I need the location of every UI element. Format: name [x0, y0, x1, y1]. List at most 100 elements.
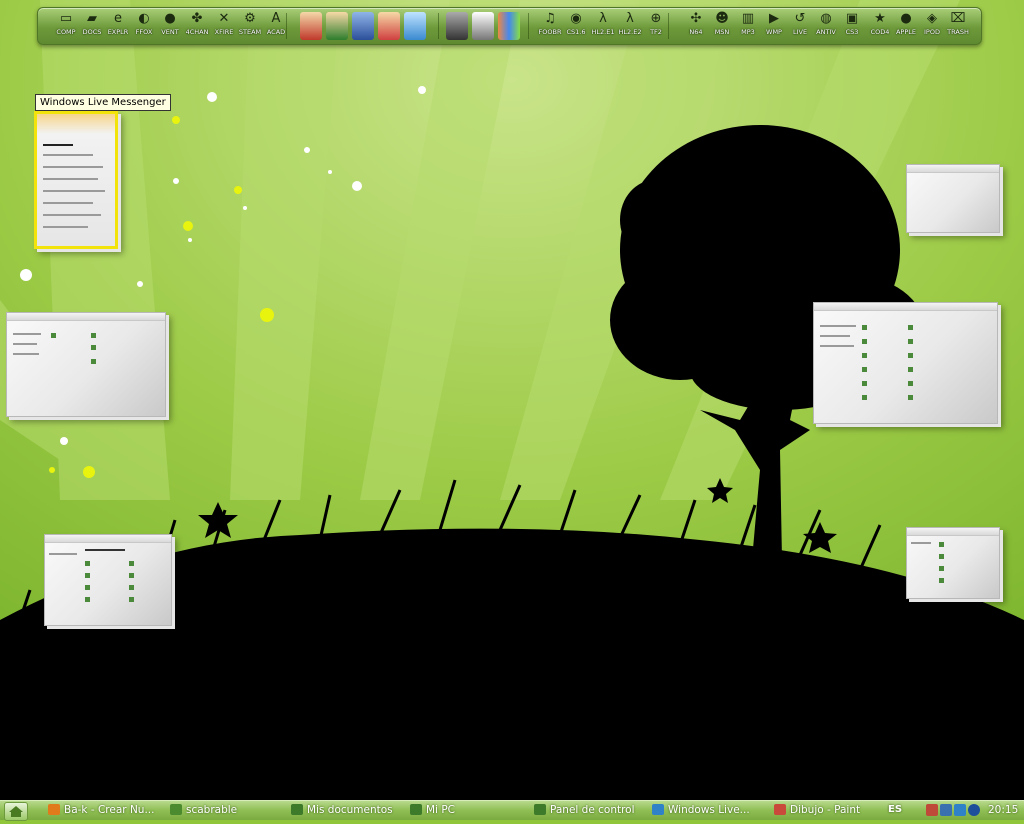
task-button-3[interactable]: Mis documentos [291, 802, 393, 818]
dock-item-live[interactable]: ↺ LIVE [786, 11, 814, 43]
dock-item-label: ANTIV [816, 28, 836, 36]
steam-icon: ⚙ [244, 11, 256, 26]
language-indicator[interactable]: ES [888, 802, 902, 818]
dock-item-acad[interactable]: A ACAD [262, 11, 290, 43]
taskbar: Ba-k - Crear Nu... scabrable Mis documento… [0, 800, 1024, 821]
monitor-icon: ▭ [59, 11, 73, 26]
dock-item-tf2[interactable]: ⊕ TF2 [642, 11, 670, 43]
dock-item-label: HL2.E1 [591, 28, 615, 36]
window-thumbnail-my-documents[interactable] [813, 302, 998, 424]
ryu-character-icon[interactable] [300, 12, 322, 40]
dock-item-steam[interactable]: ⚙ STEAM [236, 11, 264, 43]
shield-app-icon[interactable] [472, 12, 494, 40]
task-button-5[interactable]: Panel de control [534, 802, 635, 818]
start-button[interactable] [4, 802, 28, 821]
dock-item-foobr[interactable]: ♫ FOOBR [536, 11, 564, 43]
dock-item-label: FOOBR [538, 28, 562, 36]
media-app-icon[interactable] [446, 12, 468, 40]
tray-messenger-icon[interactable] [954, 804, 966, 816]
dock-item-label: VENT [161, 28, 179, 36]
dock-item-docs[interactable]: ▰ DOCS [78, 11, 106, 43]
firefox-icon [48, 804, 60, 815]
task-button-label: Ba-k - Crear Nu... [64, 804, 155, 816]
dock-item-wmp[interactable]: ▶ WMP [760, 11, 788, 43]
dock-item-cs1-6[interactable]: ◉ CS1.6 [562, 11, 590, 43]
dock-item-label: COMP [56, 28, 76, 36]
window-thumbnail-messenger[interactable] [34, 111, 118, 249]
dock-item-label: LIVE [792, 28, 808, 36]
window-thumbnail-right-top[interactable] [906, 164, 1000, 233]
dock-item-label: TF2 [650, 28, 662, 36]
clover-icon: ✤ [191, 11, 203, 26]
control-panel-icon [534, 804, 546, 815]
dock-item-msn[interactable]: ☻ MSN [708, 11, 736, 43]
task-button-label: Mis documentos [307, 804, 393, 816]
dock-item-ffox[interactable]: ◐ FFOX [130, 11, 158, 43]
window-thumbnail-control-panel[interactable] [44, 534, 172, 626]
half-life-icon: λ [599, 11, 607, 26]
task-button-1[interactable]: Ba-k - Crear Nu... [48, 802, 154, 818]
desktop: ▭ COMP ▰ DOCS e EXPLR ◐ FFOX ● VENT ✤ 4CHAN ✕ XFIRE ⚙ S… [0, 0, 1024, 800]
live-icon: ↺ [794, 11, 806, 26]
dock-item-label: XFIRE [214, 28, 234, 36]
media-player-icon: ▶ [769, 11, 779, 26]
folder-icon: ▰ [87, 11, 97, 26]
guile-character-icon[interactable] [326, 12, 348, 40]
task-button-label: Windows Live... [668, 804, 750, 816]
chat-window-icon [170, 804, 182, 815]
task-button-label: scabrable [186, 804, 238, 816]
dock-item-antiv[interactable]: ◍ ANTIV [812, 11, 840, 43]
dock-item-label: CS1.6 [566, 28, 586, 36]
dock-item-hl2-e2[interactable]: λ HL2.E2 [616, 11, 644, 43]
dock-item-label: MP3 [741, 28, 755, 36]
antivirus-icon: ◍ [820, 11, 832, 26]
dock-item-cs3[interactable]: ▣ CS3 [838, 11, 866, 43]
dock-item-label: STEAM [238, 28, 262, 36]
dock-separator [438, 13, 439, 39]
dock-item-cod4[interactable]: ★ COD4 [866, 11, 894, 43]
ie-icon: e [114, 11, 122, 26]
photoshop-icon: ▣ [845, 11, 859, 26]
window-thumbnail-right-bottom[interactable] [906, 527, 1000, 599]
dock-item-xfire[interactable]: ✕ XFIRE [210, 11, 238, 43]
dock-item-explr[interactable]: e EXPLR [104, 11, 132, 43]
dock-item-vent[interactable]: ● VENT [156, 11, 184, 43]
dock-item-4chan[interactable]: ✤ 4CHAN [183, 11, 211, 43]
dock-item-label: DOCS [82, 28, 102, 36]
dock-item-comp[interactable]: ▭ COMP [52, 11, 80, 43]
firefox-icon: ◐ [138, 11, 150, 26]
task-button-2[interactable]: scabrable [170, 802, 237, 818]
tray-info-icon[interactable] [968, 804, 980, 816]
window-thumbnail-my-computer[interactable] [6, 312, 166, 417]
dock-item-n64[interactable]: ✣ N64 [682, 11, 710, 43]
clock: 20:15 [988, 804, 1019, 816]
dock-item-label: HL2.E2 [618, 28, 642, 36]
dock-item-apple[interactable]: ● APPLE [892, 11, 920, 43]
dock-item-ipod[interactable]: ◈ IPOD [918, 11, 946, 43]
tray-volume-icon[interactable] [940, 804, 952, 816]
dock: ▭ COMP ▰ DOCS e EXPLR ◐ FFOX ● VENT ✤ 4CHAN ✕ XFIRE ⚙ S… [37, 7, 982, 45]
tray-network-icon[interactable] [926, 804, 938, 816]
task-button-4[interactable]: Mi PC [410, 802, 455, 818]
dock-item-label: WMP [766, 28, 782, 36]
foobar-icon: ♫ [544, 11, 556, 26]
dock-item-label: N64 [689, 28, 703, 36]
dock-separator [528, 13, 529, 39]
dock-item-label: 4CHAN [185, 28, 209, 36]
dock-item-label: FFOX [135, 28, 153, 36]
task-button-label: Dibujo - Paint [790, 804, 861, 816]
paint-icon [774, 804, 786, 815]
character-icon-3[interactable] [352, 12, 374, 40]
dock-item-trash[interactable]: ⌧ TRASH [944, 11, 972, 43]
task-button-6[interactable]: Windows Live... [652, 802, 750, 818]
dock-item-hl2-e1[interactable]: λ HL2.E1 [589, 11, 617, 43]
chun-li-character-icon[interactable] [404, 12, 426, 40]
task-button-7[interactable]: Dibujo - Paint [774, 802, 860, 818]
messenger-icon: ☻ [715, 11, 729, 26]
equalizer-icon: ▥ [741, 11, 755, 26]
dock-item-mp3[interactable]: ▥ MP3 [734, 11, 762, 43]
dock-item-label: TRASH [947, 28, 969, 36]
character-icon-4[interactable] [378, 12, 400, 40]
dock-item-label: EXPLR [107, 28, 129, 36]
colorful-app-icon[interactable] [498, 12, 520, 40]
